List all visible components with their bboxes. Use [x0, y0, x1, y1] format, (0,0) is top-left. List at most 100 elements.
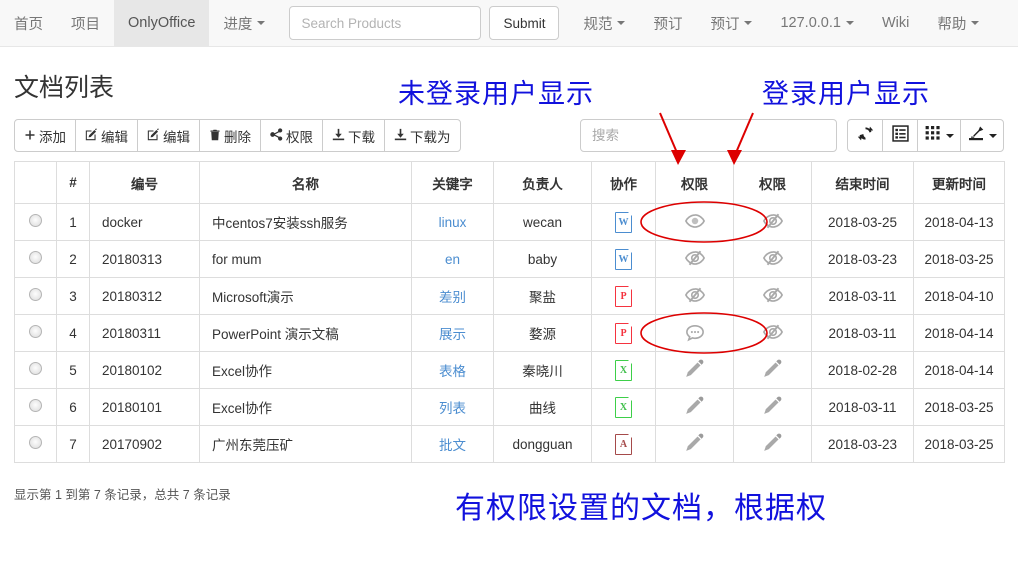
row-keyword-cell[interactable]: 列表 — [411, 388, 494, 426]
row-keyword-cell[interactable]: 批文 — [411, 425, 494, 463]
row-radio[interactable] — [29, 251, 42, 264]
row-permission-guest-cell[interactable] — [655, 240, 734, 278]
col-number[interactable]: 编号 — [89, 161, 200, 204]
add-button[interactable]: 添加 — [14, 119, 76, 152]
pencil-icon[interactable] — [685, 396, 704, 418]
row-permission-user-cell[interactable] — [733, 240, 812, 278]
row-collaborate-cell[interactable]: X — [591, 388, 656, 426]
nav-item-spec[interactable]: 规范 — [569, 0, 639, 46]
pencil-icon[interactable] — [685, 433, 704, 455]
refresh-button[interactable] — [847, 119, 883, 152]
row-collaborate-cell[interactable]: X — [591, 351, 656, 389]
row-collaborate-cell[interactable]: W — [591, 240, 656, 278]
comment-icon[interactable] — [685, 322, 705, 345]
permission-button[interactable]: 权限 — [260, 119, 323, 152]
col-end-time[interactable]: 结束时间 — [811, 161, 914, 204]
delete-button[interactable]: 删除 — [199, 119, 261, 152]
eye-slash-icon[interactable] — [762, 285, 783, 308]
file-type-icon[interactable]: X — [615, 395, 633, 418]
columns-button[interactable] — [917, 119, 961, 152]
row-permission-user-cell[interactable] — [733, 314, 812, 352]
row-permission-guest-cell[interactable] — [655, 277, 734, 315]
row-permission-guest-cell[interactable] — [655, 388, 734, 426]
edit-button[interactable]: 编辑 — [75, 119, 138, 152]
export-button[interactable] — [960, 119, 1004, 152]
nav-item-progress[interactable]: 进度 — [209, 0, 279, 46]
nav-item-help[interactable]: 帮助 — [923, 0, 993, 46]
file-type-icon[interactable]: A — [615, 432, 633, 455]
row-permission-user-cell[interactable] — [733, 277, 812, 315]
table-row[interactable]: 6 20180101 Excel协作 列表 曲线 X 2018-03-11 2018-03-2… — [14, 388, 1005, 426]
submit-button[interactable]: Submit — [489, 6, 560, 40]
pencil-icon[interactable] — [763, 359, 782, 381]
row-permission-guest-cell[interactable] — [655, 351, 734, 389]
row-keyword-cell[interactable]: linux — [411, 203, 494, 241]
row-keyword-link[interactable]: 表格 — [439, 364, 466, 379]
row-collaborate-cell[interactable]: W — [591, 203, 656, 241]
download-button[interactable]: 下载 — [322, 119, 385, 152]
row-keyword-link[interactable]: 差别 — [439, 290, 466, 305]
col-permission-guest[interactable]: 权限 — [655, 161, 734, 204]
eye-slash-icon[interactable] — [684, 248, 705, 271]
row-permission-guest-cell[interactable] — [655, 203, 734, 241]
row-keyword-link[interactable]: 批文 — [439, 438, 466, 453]
table-row[interactable]: 7 20170902 广州东莞压矿 批文 dongguan A 2018-03-23 2018… — [14, 425, 1005, 463]
pencil-icon[interactable] — [763, 433, 782, 455]
pencil-icon[interactable] — [763, 396, 782, 418]
col-collaborate[interactable]: 协作 — [591, 161, 656, 204]
row-collaborate-cell[interactable]: A — [591, 425, 656, 463]
row-select-cell[interactable] — [14, 240, 57, 278]
row-radio[interactable] — [29, 288, 42, 301]
row-select-cell[interactable] — [14, 314, 57, 352]
nav-item-project[interactable]: 项目 — [57, 0, 114, 46]
eye-slash-icon[interactable] — [762, 322, 783, 345]
nav-item-home[interactable]: 首页 — [0, 0, 57, 46]
row-collaborate-cell[interactable]: P — [591, 314, 656, 352]
table-row[interactable]: 2 20180313 for mum en baby W 2018-03-23 2018-03… — [14, 240, 1005, 278]
col-owner[interactable]: 负责人 — [493, 161, 592, 204]
col-name[interactable]: 名称 — [199, 161, 412, 204]
toggle-view-button[interactable] — [882, 119, 918, 152]
row-radio[interactable] — [29, 325, 42, 338]
row-keyword-cell[interactable]: 展示 — [411, 314, 494, 352]
col-keyword[interactable]: 关键字 — [411, 161, 494, 204]
nav-item-booking[interactable]: 预订 — [639, 0, 696, 46]
row-keyword-link[interactable]: linux — [439, 215, 467, 230]
row-radio[interactable] — [29, 399, 42, 412]
row-select-cell[interactable] — [14, 203, 57, 241]
file-type-icon[interactable]: P — [615, 321, 633, 344]
eye-slash-icon[interactable] — [762, 211, 783, 234]
file-type-icon[interactable]: W — [615, 247, 633, 270]
nav-item-host[interactable]: 127.0.0.1 — [766, 0, 867, 46]
col-index[interactable]: # — [56, 161, 90, 204]
file-type-icon[interactable]: W — [615, 210, 633, 233]
row-keyword-link[interactable]: en — [445, 252, 460, 267]
eye-slash-icon[interactable] — [684, 285, 705, 308]
row-keyword-link[interactable]: 列表 — [439, 401, 466, 416]
row-radio[interactable] — [29, 436, 42, 449]
search-input[interactable] — [289, 6, 482, 40]
row-permission-user-cell[interactable] — [733, 351, 812, 389]
table-row[interactable]: 1 docker 中centos7安装ssh服务 linux wecan W 2018-03… — [14, 203, 1005, 241]
row-permission-guest-cell[interactable] — [655, 314, 734, 352]
eye-slash-icon[interactable] — [762, 248, 783, 271]
row-permission-user-cell[interactable] — [733, 425, 812, 463]
row-permission-user-cell[interactable] — [733, 203, 812, 241]
table-search-input[interactable] — [580, 119, 837, 152]
nav-item-wiki[interactable]: Wiki — [868, 0, 923, 46]
row-keyword-cell[interactable]: 表格 — [411, 351, 494, 389]
eye-icon[interactable] — [684, 211, 705, 234]
file-type-icon[interactable]: P — [615, 284, 633, 307]
nav-item-booking-menu[interactable]: 预订 — [696, 0, 766, 46]
row-select-cell[interactable] — [14, 351, 57, 389]
table-row[interactable]: 3 20180312 Microsoft演示 差别 聚盐 P 2018-03-11 2018-… — [14, 277, 1005, 315]
file-type-icon[interactable]: X — [615, 358, 633, 381]
col-update-time[interactable]: 更新时间 — [913, 161, 1005, 204]
download-as-button[interactable]: 下载为 — [384, 119, 461, 152]
pencil-icon[interactable] — [685, 359, 704, 381]
table-row[interactable]: 5 20180102 Excel协作 表格 秦晓川 X 2018-02-28 2018-04-… — [14, 351, 1005, 389]
col-permission-user[interactable]: 权限 — [733, 161, 812, 204]
edit-alt-button[interactable]: 编辑 — [137, 119, 200, 152]
row-permission-user-cell[interactable] — [733, 388, 812, 426]
row-select-cell[interactable] — [14, 388, 57, 426]
